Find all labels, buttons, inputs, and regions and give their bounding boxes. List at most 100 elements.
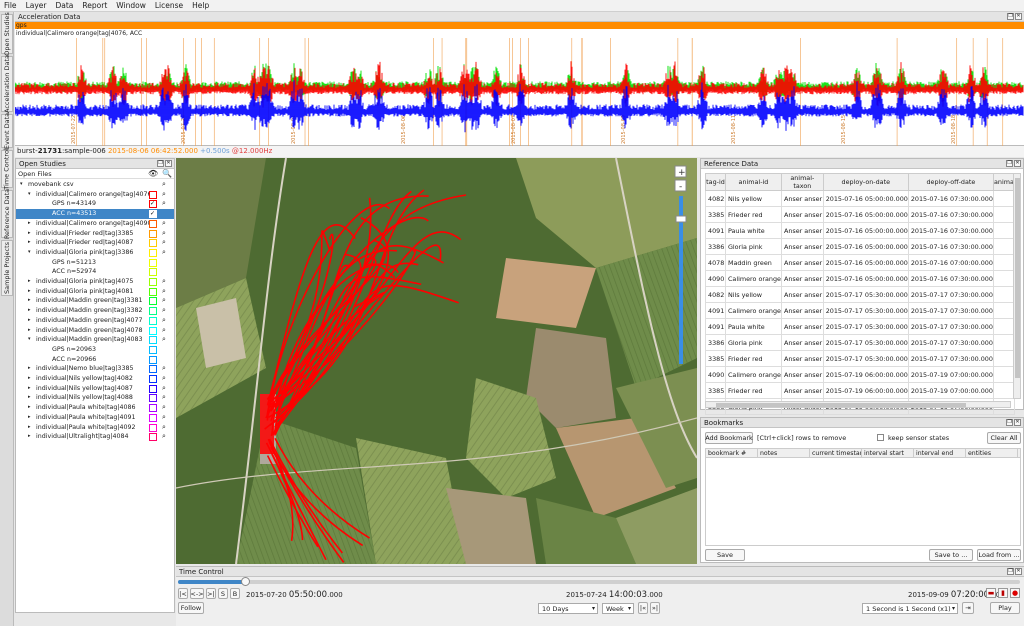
zoom-to-icon[interactable]: ⌕ [162, 238, 166, 248]
table-row[interactable]: 3386 Gloria pink Anser anser 2015-07-17 05:… [705, 334, 1016, 351]
eye-icon[interactable]: 👁 [148, 169, 158, 179]
visibility-checkbox[interactable] [149, 268, 157, 277]
collapse-arrow-icon[interactable]: ▸ [28, 296, 31, 306]
side-tab-acceleration-data[interactable]: Acceleration Data [1, 55, 13, 113]
save-button[interactable]: Save [705, 549, 745, 561]
visibility-checkbox[interactable] [149, 297, 157, 306]
collapse-arrow-icon[interactable]: ▸ [28, 229, 31, 239]
table-row[interactable]: 4082 Nils yellow Anser anser 2015-07-16 05:… [705, 190, 1016, 207]
table-row[interactable]: 4091 Calimero orange Anser anser 2015-07-17… [705, 302, 1016, 319]
collapse-arrow-icon[interactable]: ▸ [28, 306, 31, 316]
visibility-checkbox[interactable] [149, 219, 157, 228]
table-row[interactable]: 3386 Gloria pink Anser anser 2015-07-16 05:… [705, 238, 1016, 255]
visibility-checkbox[interactable] [149, 287, 157, 296]
visibility-checkbox[interactable]: ✓ [149, 200, 157, 209]
tree-row[interactable]: ▸ individual|Nils yellow|tag|4087 ⌕ [16, 384, 174, 394]
visibility-checkbox[interactable] [149, 375, 157, 383]
tree-row[interactable]: ▾ individual|Calimero orange|tag|4076 ⌕ [16, 190, 174, 200]
close-icon[interactable]: ✕ [1014, 160, 1021, 167]
zoom-to-icon[interactable]: ⌕ [162, 384, 166, 394]
column-header[interactable]: deploy-off-date [907, 173, 994, 191]
column-header[interactable]: interval start [862, 449, 914, 457]
collapse-arrow-icon[interactable]: ▸ [28, 277, 31, 287]
visibility-checkbox[interactable] [149, 229, 157, 238]
table-row[interactable]: 4090 Calimero orange Anser anser 2015-07-16… [705, 270, 1016, 287]
zoom-to-icon[interactable]: ⌕ [162, 199, 166, 209]
exit-button[interactable]: ⇥ [962, 602, 974, 614]
zoom-to-icon[interactable]: ⌕ [162, 335, 166, 345]
column-header[interactable]: tag-id [705, 173, 726, 191]
tree-row[interactable]: GPS n=20963 [16, 345, 174, 355]
speed-select[interactable]: 1 Second is 1 Second (x1) [862, 603, 958, 614]
set-bookmark-button[interactable]: B [230, 588, 240, 599]
tree-row[interactable]: ▸ individual|Frieder red|tag|4087 ⌕ [16, 238, 174, 248]
visibility-checkbox[interactable] [149, 307, 157, 316]
map-canvas[interactable]: + - [176, 158, 697, 564]
tree-row[interactable]: ACC n=43513 ✓ [16, 209, 174, 219]
visibility-checkbox[interactable] [149, 345, 157, 354]
tree-row[interactable]: ▸ individual|Gloria pink|tag|4075 ⌕ [16, 277, 174, 287]
table-row[interactable]: 4090 Calimero orange Anser anser 2015-07-19… [705, 366, 1016, 383]
tree-row[interactable]: ▸ individual|Frieder red|tag|3385 ⌕ [16, 229, 174, 239]
column-header[interactable]: anima [992, 173, 1016, 191]
vertical-scrollbar[interactable] [1013, 173, 1021, 399]
table-row[interactable]: 3385 Frieder red Anser anser 2015-07-16 05:… [705, 206, 1016, 223]
load-from-button[interactable]: Load from ... [977, 549, 1021, 561]
follow-button[interactable]: Follow [178, 602, 204, 614]
side-tab-open-studies[interactable]: Open Studies [1, 12, 13, 56]
collapse-arrow-icon[interactable]: ▸ [28, 316, 31, 326]
column-header[interactable]: animal-taxon [780, 173, 824, 191]
menu-layer[interactable]: Layer [26, 1, 47, 10]
acceleration-plot[interactable]: 2015-07-22 2015-07-24 2015-08-01 2015-08-06… [15, 38, 1024, 146]
add-bookmark-button[interactable]: Add Bookmark [705, 432, 753, 444]
zoom-to-icon[interactable]: ⌕ [162, 287, 166, 297]
record-icon[interactable]: ● [1010, 588, 1020, 598]
gps-timeline-bar[interactable] [15, 22, 1024, 29]
zoom-to-icon[interactable]: ⌕ [162, 306, 166, 316]
close-icon[interactable]: ✕ [1015, 568, 1022, 575]
zoom-to-icon[interactable]: ⌕ [162, 374, 166, 384]
menu-license[interactable]: License [155, 1, 183, 10]
column-header[interactable]: deploy-on-date [822, 173, 909, 191]
reference-table[interactable]: tag-id animal-id animal-taxon deploy-on-dat… [705, 173, 1016, 415]
zoom-to-icon[interactable]: ⌕ [162, 316, 166, 326]
save-to-button[interactable]: Save to ... [929, 549, 973, 561]
tree-row[interactable]: ▾ movebank csv ⌕ [16, 180, 174, 190]
expand-arrow-icon[interactable]: ▾ [20, 180, 23, 190]
visibility-checkbox[interactable] [149, 316, 157, 325]
tree-row[interactable]: ▸ individual|Gloria pink|tag|4081 ⌕ [16, 287, 174, 297]
visibility-checkbox[interactable] [149, 190, 157, 199]
visibility-checkbox[interactable]: ✓ [149, 210, 157, 219]
collapse-arrow-icon[interactable]: ▸ [28, 432, 31, 442]
table-row[interactable]: 3385 Frieder red Anser anser 2015-07-17 05:… [705, 350, 1016, 367]
visibility-checkbox[interactable] [149, 278, 157, 286]
zoom-to-icon[interactable]: ⌕ [162, 403, 166, 413]
jump-start-button[interactable]: |< [178, 588, 188, 599]
visibility-checkbox[interactable] [149, 365, 157, 374]
collapse-arrow-icon[interactable]: ▸ [28, 326, 31, 336]
table-row[interactable]: 4091 Paula white Anser anser 2015-07-16 05:… [705, 222, 1016, 239]
float-icon[interactable]: ❐ [1006, 419, 1013, 426]
visibility-checkbox[interactable] [149, 384, 157, 393]
zoom-to-icon[interactable]: ⌕ [162, 393, 166, 403]
collapse-arrow-icon[interactable]: ▸ [28, 374, 31, 384]
column-header[interactable]: bookmark # [706, 449, 758, 457]
visibility-checkbox[interactable] [149, 326, 157, 335]
tree-row[interactable]: ▸ individual|Maddin green|tag|4078 ⌕ [16, 326, 174, 336]
column-header[interactable]: entities [966, 449, 1018, 457]
float-icon[interactable]: ❐ [1006, 160, 1013, 167]
zoom-to-icon[interactable]: ⌕ [162, 229, 166, 239]
camera-icon[interactable]: ▬ [986, 588, 996, 598]
visibility-checkbox[interactable] [149, 413, 157, 422]
menu-report[interactable]: Report [82, 1, 107, 10]
clear-all-button[interactable]: Clear All [987, 432, 1021, 444]
side-tab-sample-projects[interactable]: Sample Projects [1, 240, 13, 296]
visibility-checkbox[interactable] [149, 355, 157, 364]
collapse-arrow-icon[interactable]: ▸ [28, 423, 31, 433]
step-select[interactable]: Week [602, 603, 634, 614]
visibility-checkbox[interactable] [149, 258, 157, 267]
step-forward-button[interactable]: »| [650, 602, 660, 614]
collapse-arrow-icon[interactable]: ▸ [28, 238, 31, 248]
step-back-button[interactable]: |« [638, 602, 648, 614]
tree-row[interactable]: GPS n=43149 ✓ ⌕ [16, 199, 174, 209]
